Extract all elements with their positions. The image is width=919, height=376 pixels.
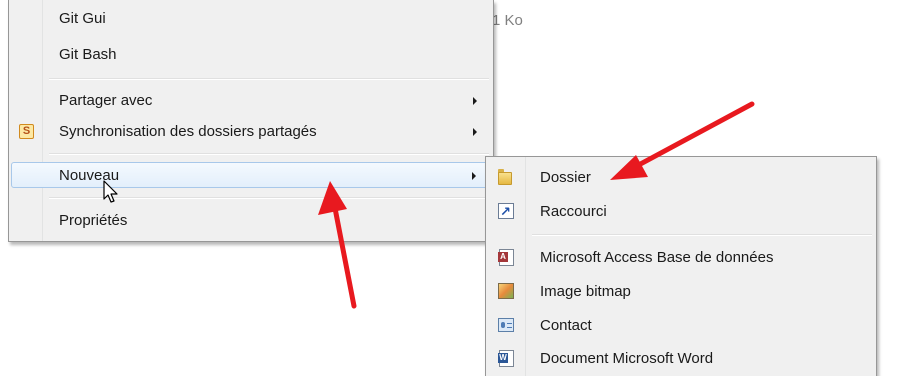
mouse-cursor-icon [103,180,118,203]
folder-icon [498,169,514,186]
submenu-item-word-document[interactable]: W Document Microsoft Word [488,342,874,376]
contact-icon [498,318,514,332]
menu-item-git-gui[interactable]: Git Gui [11,6,491,32]
submenu-item-label: Microsoft Access Base de données [540,249,774,266]
menu-separator [49,78,489,80]
bitmap-image-icon [498,283,514,299]
submenu-item-access-database[interactable]: A Microsoft Access Base de données [488,241,874,275]
menu-item-label: Git Gui [59,10,106,27]
access-database-icon: A [498,249,514,266]
new-submenu: Dossier Raccourci A Microsoft Access Bas… [485,156,877,376]
menu-separator [49,153,489,155]
menu-item-partager-avec[interactable]: Partager avec [11,88,491,114]
sync-folders-icon: S [19,124,34,139]
menu-item-nouveau[interactable]: Nouveau [11,162,491,188]
menu-item-label: Propriétés [59,212,128,229]
menu-item-label: Git Bash [59,46,117,63]
submenu-arrow-icon [473,97,477,105]
menu-item-proprietes[interactable]: Propriétés [11,208,491,234]
submenu-arrow-icon [472,172,476,180]
submenu-item-contact[interactable]: Contact [488,309,874,343]
menu-item-git-bash[interactable]: Git Bash [11,42,491,68]
submenu-item-image-bitmap[interactable]: Image bitmap [488,275,874,309]
submenu-item-label: Image bitmap [540,283,631,300]
submenu-item-raccourci[interactable]: Raccourci [488,195,874,229]
menu-item-label: Partager avec [59,92,153,109]
menu-item-synchronisation[interactable]: S Synchronisation des dossiers partagés [11,119,491,145]
file-size-text: 1 Ko [492,12,523,29]
submenu-item-label: Contact [540,317,592,334]
context-menu: Git Gui Git Bash Partager avec S Synchro… [8,0,494,242]
shortcut-icon [498,195,514,229]
menu-item-label: Synchronisation des dossiers partagés [59,123,317,140]
submenu-item-label: Document Microsoft Word [540,350,714,367]
submenu-item-label: Dossier [540,169,591,186]
submenu-item-label: Raccourci [540,203,607,220]
submenu-item-dossier[interactable]: Dossier [488,161,874,195]
word-document-icon: W [498,350,514,367]
menu-separator [532,234,872,236]
submenu-arrow-icon [473,128,477,136]
